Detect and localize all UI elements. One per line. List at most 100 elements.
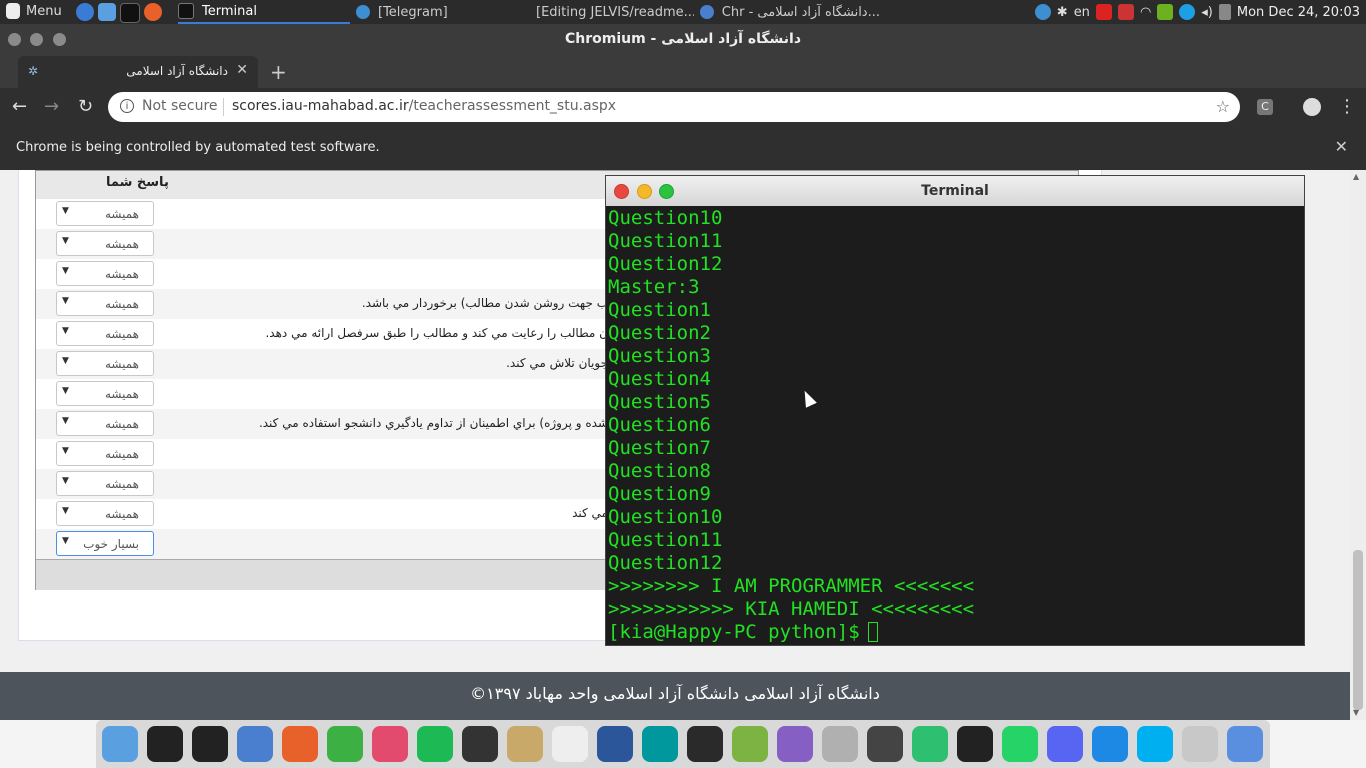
answer-select[interactable]: ▼ هميشه	[56, 381, 154, 406]
telegram-tray-icon[interactable]	[1034, 4, 1051, 20]
new-tab-button[interactable]: +	[270, 60, 287, 84]
discord-icon[interactable]	[1047, 726, 1083, 762]
tab-close-icon[interactable]: ✕	[236, 62, 248, 78]
word-icon[interactable]	[597, 726, 633, 762]
select-value: هميشه	[104, 207, 139, 221]
answer-select[interactable]: ▼ هميشه	[56, 441, 154, 466]
footer-copyright: ©۱۳۹۷ دانشگاه آزاد اسلامی دانشگاه آزاد ا…	[470, 684, 880, 703]
window-title: Chromium - دانشگاه آزاد اسلامی	[564, 31, 802, 47]
trash-icon[interactable]	[1182, 726, 1218, 762]
terminal-line: Question1	[608, 299, 711, 321]
answer-select[interactable]: ▼ بسيار خوب	[56, 531, 154, 556]
pycharm-icon[interactable]	[687, 726, 723, 762]
spotify-icon[interactable]	[417, 726, 453, 762]
mail-tray-icon[interactable]	[1095, 4, 1112, 20]
terminal-line: Question9	[608, 483, 711, 505]
nvidia-icon[interactable]	[1157, 4, 1174, 20]
terminal-icon[interactable]	[147, 726, 183, 762]
taskbar-item-telegram[interactable]: [Telegram]	[356, 0, 516, 24]
menu-kebab-icon[interactable]: ⋮	[1338, 96, 1356, 117]
app-menu-button[interactable]: Menu	[6, 3, 62, 19]
atom-icon[interactable]	[912, 726, 948, 762]
arduino-icon[interactable]	[642, 726, 678, 762]
bookmark-star-icon[interactable]: ☆	[1216, 97, 1230, 116]
chromium-icon[interactable]	[237, 726, 273, 762]
url-text[interactable]: scores.iau-mahabad.ac.ir/teacherassessme…	[232, 98, 616, 114]
terminal-cursor	[867, 622, 878, 642]
terminal-launcher-icon[interactable]	[120, 3, 140, 23]
firefox-launcher-icon[interactable]	[144, 3, 162, 21]
chromium-launcher-icon[interactable]	[76, 3, 94, 21]
finder-launcher-icon[interactable]	[98, 3, 116, 21]
scroll-thumb[interactable]	[1353, 550, 1363, 710]
chrome-icon[interactable]	[1227, 726, 1263, 762]
account-avatar-icon[interactable]	[1303, 98, 1321, 116]
telegram-icon[interactable]	[462, 726, 498, 762]
answer-select[interactable]: ▼ هميشه	[56, 471, 154, 496]
terminal-line: Question12	[608, 253, 723, 275]
volume-icon[interactable]: ◂)	[1201, 5, 1213, 20]
calculator-icon[interactable]	[507, 726, 543, 762]
notes-icon[interactable]	[552, 726, 588, 762]
terminal-line: Master:3	[608, 276, 700, 298]
dropdown-arrow-icon: ▼	[62, 386, 69, 396]
shield-icon[interactable]	[1117, 4, 1134, 20]
select-value: بسيار خوب	[83, 537, 139, 551]
telegram-icon	[356, 5, 370, 19]
network-icon[interactable]	[822, 726, 858, 762]
vpn-icon[interactable]	[1092, 726, 1128, 762]
browser-tab[interactable]: ✲ دانشگاه آزاد اسلامی ✕	[18, 56, 258, 88]
chromium-icon	[700, 5, 714, 19]
taskbar-item-chromium[interactable]: Chr - دانشگاه آزاد اسلامی...	[700, 0, 880, 24]
visual-studio-icon[interactable]	[777, 726, 813, 762]
terminal-title-bar[interactable]: Terminal	[606, 176, 1304, 206]
inkscape-icon[interactable]	[957, 726, 993, 762]
terminal-icon[interactable]	[192, 726, 228, 762]
code-editor-icon[interactable]	[867, 726, 903, 762]
taskbar-item-terminal[interactable]: Terminal	[178, 0, 350, 24]
security-label[interactable]: Not secure	[142, 98, 218, 114]
answer-select[interactable]: ▼ هميشه	[56, 321, 154, 346]
infobar-close-icon[interactable]: ✕	[1335, 137, 1348, 156]
answer-select[interactable]: ▼ هميشه	[56, 261, 154, 286]
reload-button[interactable]: ↻	[78, 96, 93, 117]
site-favicon-icon: ✲	[28, 64, 39, 78]
terminal-line: Question2	[608, 322, 711, 344]
scroll-up-icon[interactable]: ▲	[1353, 172, 1359, 181]
answer-select[interactable]: ▼ هميشه	[56, 351, 154, 376]
whatsapp-icon[interactable]	[1002, 726, 1038, 762]
terminal-lines: Question10 Question11 Question12 Master:3 Qu…	[608, 207, 974, 644]
bluetooth-icon[interactable]: ✱	[1057, 5, 1068, 20]
scroll-down-icon[interactable]: ▼	[1353, 708, 1359, 717]
answer-select[interactable]: ▼ هميشه	[56, 201, 154, 226]
answer-select[interactable]: ▼ هميشه	[56, 501, 154, 526]
answer-select[interactable]: ▼ هميشه	[56, 291, 154, 316]
panel-launchers	[76, 3, 162, 23]
extension-icon[interactable]: C	[1257, 99, 1273, 115]
answer-select[interactable]: ▼ هميشه	[56, 231, 154, 256]
back-button[interactable]: ←	[12, 96, 27, 117]
itunes-icon[interactable]	[372, 726, 408, 762]
select-value: هميشه	[104, 477, 139, 491]
wifi-icon[interactable]: ◠	[1140, 5, 1151, 20]
clipboard-icon[interactable]	[1218, 4, 1231, 20]
page-scrollbar[interactable]: ▲ ▼	[1350, 170, 1366, 720]
terminal-window[interactable]: Terminal Question10 Question11 Question12 M…	[605, 175, 1305, 646]
forward-button[interactable]: →	[44, 96, 59, 117]
menu-logo-icon	[6, 3, 20, 19]
info-icon[interactable]: i	[120, 99, 134, 113]
finder-icon[interactable]	[102, 726, 138, 762]
terminal-output[interactable]: Question10 Question11 Question12 Master:3 Qu…	[608, 207, 1300, 645]
keyboard-layout[interactable]: en	[1074, 5, 1090, 20]
skype-icon[interactable]	[1137, 726, 1173, 762]
app-dock	[96, 720, 1270, 768]
dropdown-arrow-icon: ▼	[62, 416, 69, 426]
taskbar-item-editor[interactable]: [Editing JELVIS/readme....	[528, 0, 694, 24]
android-studio-icon[interactable]	[732, 726, 768, 762]
clock[interactable]: Mon Dec 24, 20:03	[1237, 5, 1360, 20]
firefox-icon[interactable]	[282, 726, 318, 762]
answer-select[interactable]: ▼ هميشه	[56, 411, 154, 436]
skype-tray-icon[interactable]	[1179, 4, 1196, 20]
facetime-icon[interactable]	[327, 726, 363, 762]
address-bar[interactable]: i Not secure scores.iau-mahabad.ac.ir/te…	[108, 92, 1240, 122]
